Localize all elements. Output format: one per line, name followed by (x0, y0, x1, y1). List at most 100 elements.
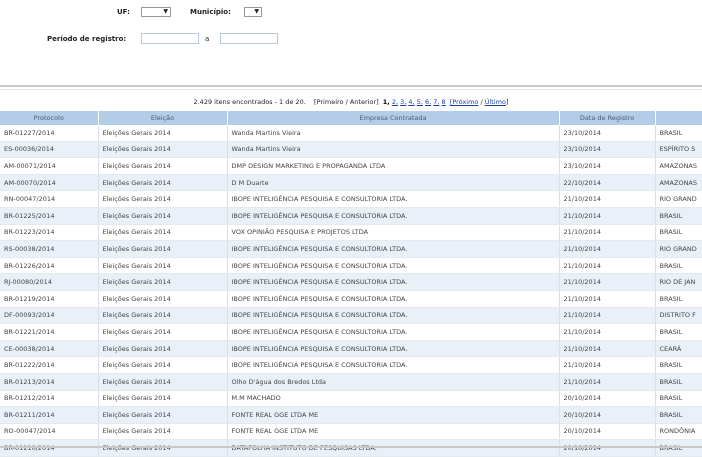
cell-eleicao: Eleições Gerais 2014 (98, 141, 228, 159)
table-row[interactable]: AM-00071/2014 Eleições Gerais 2014 DMP DES… (0, 157, 702, 175)
table-row[interactable]: BR-01226/2014 Eleições Gerais 2014 IBOPE I… (0, 257, 702, 275)
periodo-label: Período de registro: (47, 35, 127, 43)
divider-bottom (0, 446, 702, 448)
next-page-link[interactable]: [Próximo (450, 98, 479, 106)
uf-label: UF: (117, 8, 130, 16)
cell-empresa: IBOPE INTELIGÊNCIA PESQUISA E CONSULTORI… (227, 307, 560, 325)
cell-protocolo: BR-01211/2014 (0, 406, 99, 424)
table-row[interactable]: RN-00047/2014 Eleições Gerais 2014 IBOPE I… (0, 190, 702, 208)
cell-eleicao: Eleições Gerais 2014 (98, 406, 228, 424)
cell-data: 21/10/2014 (559, 240, 656, 258)
results-table: Protocolo Eleição Empresa Contratada Dat… (0, 111, 702, 457)
cell-protocolo: BR-01213/2014 (0, 373, 99, 391)
cell-empresa: Olho D'água dos Bredos Ltda (227, 373, 560, 391)
header-data[interactable]: Data de Registro (559, 111, 656, 125)
cell-uf: BRASIL (655, 207, 702, 225)
periodo-end-input[interactable] (220, 33, 278, 44)
table-row[interactable]: BR-01213/2014 Eleições Gerais 2014 Olho D'… (0, 373, 702, 391)
cell-empresa: IBOPE INTELIGÊNCIA PESQUISA E CONSULTORI… (227, 257, 560, 275)
cell-eleicao: Eleições Gerais 2014 (98, 423, 228, 441)
cell-uf: ESPÍRITO S (655, 141, 702, 159)
filter-panel: UF: ▼ Município: ▼ Período de registro: … (0, 0, 702, 84)
cell-empresa: Wanda Martins Vieira (227, 141, 560, 159)
page-link-2[interactable]: 2, (392, 98, 398, 106)
header-empresa[interactable]: Empresa Contratada (227, 111, 560, 125)
table-row[interactable]: AM-00070/2014 Eleições Gerais 2014 D M Dua… (0, 174, 702, 192)
table-row[interactable]: CE-00038/2014 Eleições Gerais 2014 IBOPE I… (0, 340, 702, 358)
cell-empresa: IBOPE INTELIGÊNCIA PESQUISA E CONSULTORI… (227, 207, 560, 225)
cell-eleicao: Eleições Gerais 2014 (98, 340, 228, 358)
cell-eleicao: Eleições Gerais 2014 (98, 307, 228, 325)
table-row[interactable]: BR-01212/2014 Eleições Gerais 2014 M.M MAC… (0, 390, 702, 408)
table-row[interactable]: BR-01219/2014 Eleições Gerais 2014 IBOPE I… (0, 290, 702, 308)
header-eleicao[interactable]: Eleição (98, 111, 228, 125)
cell-eleicao: Eleições Gerais 2014 (98, 190, 228, 208)
cell-uf: BRASIL (655, 257, 702, 275)
cell-data: 20/10/2014 (559, 406, 656, 424)
table-row[interactable]: BR-01211/2014 Eleições Gerais 2014 FONTE R… (0, 406, 702, 424)
cell-protocolo: BR-01212/2014 (0, 390, 99, 408)
table-row[interactable]: BR-01222/2014 Eleições Gerais 2014 IBOPE I… (0, 356, 702, 374)
cell-uf: BRASIL (655, 390, 702, 408)
table-row[interactable]: RJ-00080/2014 Eleições Gerais 2014 IBOPE I… (0, 273, 702, 291)
cell-uf: DISTRITO F (655, 307, 702, 325)
page-link-4[interactable]: 4, (408, 98, 414, 106)
table-row[interactable]: BR-01225/2014 Eleições Gerais 2014 IBOPE I… (0, 207, 702, 225)
divider-top-light (0, 89, 702, 90)
last-page-link[interactable]: Último (485, 98, 506, 106)
table-row[interactable]: BR-01221/2014 Eleições Gerais 2014 IBOPE I… (0, 323, 702, 341)
cell-eleicao: Eleições Gerais 2014 (98, 174, 228, 192)
cell-protocolo: BR-01227/2014 (0, 125, 99, 142)
first-prev-nav: [Primeiro / Anterior] (314, 98, 379, 106)
page-link-6[interactable]: 6, (425, 98, 431, 106)
page-link-8[interactable]: 8 (442, 98, 446, 106)
cell-eleicao: Eleições Gerais 2014 (98, 207, 228, 225)
cell-eleicao: Eleições Gerais 2014 (98, 273, 228, 291)
page-link-5[interactable]: 5, (417, 98, 423, 106)
cell-empresa: D M Duarte (227, 174, 560, 192)
cell-data: 21/10/2014 (559, 190, 656, 208)
header-uf[interactable] (655, 111, 702, 125)
results-summary: 2.429 itens encontrados - 1 de 20. (193, 98, 306, 106)
cell-data: 23/10/2014 (559, 141, 656, 159)
cell-empresa: FONTE REAL GGE LTDA ME (227, 423, 560, 441)
cell-uf: BRASIL (655, 323, 702, 341)
cell-empresa: IBOPE INTELIGÊNCIA PESQUISA E CONSULTORI… (227, 273, 560, 291)
cell-eleicao: Eleições Gerais 2014 (98, 290, 228, 308)
cell-data: 21/10/2014 (559, 356, 656, 374)
page-link-3[interactable]: 3, (400, 98, 406, 106)
cell-protocolo: BR-01221/2014 (0, 323, 99, 341)
table-row[interactable]: BR-01223/2014 Eleições Gerais 2014 VOX OPI… (0, 224, 702, 242)
cell-data: 21/10/2014 (559, 207, 656, 225)
cell-protocolo: BR-01219/2014 (0, 290, 99, 308)
cell-protocolo: ES-00036/2014 (0, 141, 99, 159)
table-row[interactable]: DF-00093/2014 Eleições Gerais 2014 IBOPE I… (0, 307, 702, 325)
cell-uf: BRASIL (655, 290, 702, 308)
pagination-bar: 2.429 itens encontrados - 1 de 20. [Prim… (0, 98, 702, 106)
cell-protocolo: CE-00038/2014 (0, 340, 99, 358)
cell-uf: CEARÁ (655, 340, 702, 358)
cell-empresa: IBOPE INTELIGÊNCIA PESQUISA E CONSULTORI… (227, 340, 560, 358)
header-protocolo[interactable]: Protocolo (0, 111, 99, 125)
cell-uf: BRASIL (655, 406, 702, 424)
cell-empresa: M.M MACHADO (227, 390, 560, 408)
table-row[interactable]: ES-00036/2014 Eleições Gerais 2014 Wanda M… (0, 141, 702, 159)
table-row[interactable]: RS-00038/2014 Eleições Gerais 2014 IBOPE I… (0, 240, 702, 258)
uf-select[interactable]: ▼ (141, 7, 171, 17)
cell-empresa: VOX OPINIÃO PESQUISA E PROJETOS LTDA (227, 224, 560, 242)
cell-empresa: IBOPE INTELIGÊNCIA PESQUISA E CONSULTORI… (227, 323, 560, 341)
cell-data: 22/10/2014 (559, 174, 656, 192)
municipio-select[interactable]: ▼ (244, 7, 262, 17)
table-row[interactable]: BR-01227/2014 Eleições Gerais 2014 Wanda M… (0, 125, 702, 142)
table-header-row: Protocolo Eleição Empresa Contratada Dat… (0, 111, 702, 125)
page-link-7[interactable]: 7, (433, 98, 439, 106)
cell-data: 20/10/2014 (559, 423, 656, 441)
cell-protocolo: RO-00047/2014 (0, 423, 99, 441)
periodo-start-input[interactable] (141, 33, 199, 44)
table-row[interactable]: RO-00047/2014 Eleições Gerais 2014 FONTE R… (0, 423, 702, 441)
cell-uf: RIO GRAND (655, 240, 702, 258)
cell-uf: RONDÔNIA (655, 423, 702, 441)
cell-data: 21/10/2014 (559, 257, 656, 275)
cell-protocolo: RJ-00080/2014 (0, 273, 99, 291)
cell-uf: RIO GRAND (655, 190, 702, 208)
